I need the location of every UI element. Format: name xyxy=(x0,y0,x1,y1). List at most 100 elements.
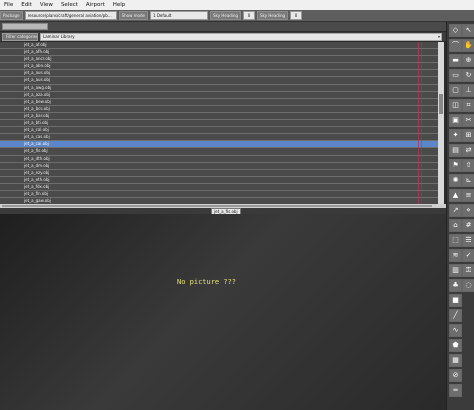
file-list[interactable]: jet_a_af.obj jet_a_afh.obj jet_a_ancr.obj j… xyxy=(0,42,438,204)
list-item[interactable]: jet_a_bcs.obj xyxy=(0,105,438,113)
vertical-scrollbar[interactable] xyxy=(438,42,444,204)
tower-icon: ▲ xyxy=(452,191,459,199)
merge-tool[interactable]: ⊞ xyxy=(462,129,474,142)
string-tool[interactable]: ∿ xyxy=(449,324,462,337)
list-item[interactable]: jet_a_cai.obj xyxy=(0,141,438,149)
split-tool[interactable]: ✂ xyxy=(462,114,474,127)
beacon-tool[interactable]: ✺ xyxy=(449,174,462,187)
list-item[interactable]: jet_a_aus.obj xyxy=(0,70,438,78)
runway-tool[interactable]: ▬ xyxy=(449,54,462,67)
list-item[interactable]: jet_a_afh.obj xyxy=(0,49,438,57)
reverse-tool[interactable]: ⇄ xyxy=(462,144,474,157)
sign-icon: ▣ xyxy=(452,116,459,124)
list-item[interactable]: jet_a_ezy.obj xyxy=(0,169,438,177)
list-item[interactable]: jet_a_abn.obj xyxy=(0,63,438,71)
boundary-tool[interactable]: ▢ xyxy=(449,84,462,97)
list-item[interactable]: jet_a_eth.obj xyxy=(0,176,438,184)
road-tool[interactable]: ═ xyxy=(449,384,462,397)
rotate-tool[interactable]: ↻ xyxy=(462,69,474,82)
forest-tool[interactable]: ♣ xyxy=(449,279,462,292)
exclusion-tool[interactable]: ⊘ xyxy=(449,369,462,382)
zoom-icon: ⊕ xyxy=(465,56,472,64)
select-tool[interactable]: ↖ xyxy=(462,24,474,37)
windsock-tool[interactable]: ⚑ xyxy=(449,159,462,172)
bezier-tool[interactable]: ⌒ xyxy=(449,39,462,52)
filter-row: Filter categories Laminar Library ▾ xyxy=(0,32,446,41)
route-tool[interactable]: ↗ xyxy=(449,204,462,217)
list-item[interactable]: jet_a_fis.obj xyxy=(0,148,438,156)
list-item[interactable]: jet_a_dth.obj xyxy=(0,155,438,163)
list-item[interactable]: jet_a_awg.obj xyxy=(0,84,438,92)
list-item[interactable]: jet_a_bew.obj xyxy=(0,98,438,106)
menu-file[interactable]: File xyxy=(0,0,17,10)
taxiway-icon: ▭ xyxy=(452,71,459,79)
show-mode-select[interactable]: 1 Default xyxy=(150,11,209,20)
list-item[interactable]: jet_a_dm.obj xyxy=(0,162,438,170)
layer-tool[interactable]: ☰ xyxy=(462,234,474,247)
filter-select[interactable]: Laminar Library ▾ xyxy=(40,32,442,41)
flow-tool[interactable]: ≋ xyxy=(449,249,462,262)
sign-tool[interactable]: ▣ xyxy=(449,114,462,127)
atc-tool[interactable]: ⌂ xyxy=(449,219,462,232)
vertex-tool[interactable]: ◇ xyxy=(449,24,462,37)
object-tool[interactable]: ■ xyxy=(449,294,462,307)
pan-icon: ✋ xyxy=(464,41,473,49)
snap-icon: ⋄ xyxy=(466,206,471,214)
facade-tool[interactable]: ▥ xyxy=(449,264,462,277)
measure-tool[interactable]: ⊥ xyxy=(462,84,474,97)
list-item[interactable]: jet_a_fdx.obj xyxy=(0,183,438,191)
pan-tool[interactable]: ✋ xyxy=(462,39,474,52)
marquee-tool[interactable]: ⬚ xyxy=(449,234,462,247)
list-item[interactable]: jet_a_aus.obj xyxy=(0,77,438,85)
light-tool[interactable]: ✦ xyxy=(449,129,462,142)
vertex-icon: ◇ xyxy=(452,26,459,34)
list-item[interactable]: jet_a_af.obj xyxy=(0,42,438,50)
grid-tool[interactable]: # xyxy=(462,219,474,232)
menu-edit[interactable]: Edit xyxy=(17,0,36,10)
extrude-tool[interactable]: ⇧ xyxy=(462,159,474,172)
library-button[interactable] xyxy=(2,23,48,30)
draped-tool[interactable]: ▦ xyxy=(449,354,462,367)
list-item[interactable]: jet_a_bar.obj xyxy=(0,112,438,121)
menu-help[interactable]: Help xyxy=(109,0,130,10)
menu-airport[interactable]: Airport xyxy=(82,0,109,10)
hold-tool[interactable]: ◫ xyxy=(449,99,462,112)
zoom-tool[interactable]: ⊕ xyxy=(462,54,474,67)
filter-select-value: Laminar Library xyxy=(43,33,75,39)
tower-tool[interactable]: ▲ xyxy=(449,189,462,202)
align-tool[interactable]: ≡ xyxy=(462,189,474,202)
scrollbar-thumb[interactable] xyxy=(439,94,443,114)
runway-icon: ▬ xyxy=(452,56,459,64)
line-tool[interactable]: ╱ xyxy=(449,309,462,322)
tool-column-left: ◇ ⌒ ▬ ▭ ▢ ◫ ▣ ✦ ▤ ⚑ ✺ ▲ ↗ ⌂ ⬚ ≋ ▥ ♣ ■ ╱ ∿ ⬟ ▦ ⊘ ═ xyxy=(449,24,462,399)
forest-icon: ♣ xyxy=(452,281,459,289)
menu-select[interactable]: Select xyxy=(57,0,82,10)
scrollbar-thumb-horizontal[interactable] xyxy=(2,205,432,207)
line-icon: ╱ xyxy=(453,311,458,319)
list-item[interactable]: jet_a_aza.obj xyxy=(0,91,438,99)
select-icon: ↖ xyxy=(465,26,472,34)
object-icon: ■ xyxy=(452,296,459,304)
list-item[interactable]: jet_a_fin.obj xyxy=(0,190,438,199)
measure-icon: ⊥ xyxy=(465,86,472,94)
sky-heading-field-2[interactable]: 0 xyxy=(290,11,303,20)
ramp-tool[interactable]: ▤ xyxy=(449,144,462,157)
lock-tool[interactable]: ⚿ xyxy=(462,264,474,277)
orthogonal-tool[interactable]: ⊾ xyxy=(462,174,474,187)
polygon-tool[interactable]: ⬟ xyxy=(449,339,462,352)
rotate-icon: ↻ xyxy=(465,71,472,79)
list-item[interactable]: jet_a_cal.obj xyxy=(0,127,438,135)
hide-tool[interactable]: ◌ xyxy=(462,279,474,292)
list-item[interactable]: jet_a_ancr.obj xyxy=(0,56,438,64)
taxiway-tool[interactable]: ▭ xyxy=(449,69,462,82)
sky-heading-field[interactable]: 0 xyxy=(243,11,256,20)
crop-tool[interactable]: ⌗ xyxy=(462,99,474,112)
list-item[interactable]: jet_a_bti.obj xyxy=(0,120,438,128)
package-path-field[interactable]: resource/plans/craft/general aviation/pb… xyxy=(24,11,117,20)
filter-label: Filter categories xyxy=(2,32,38,41)
validate-icon: ✓ xyxy=(465,251,472,259)
list-item[interactable]: jet_a_cas.obj xyxy=(0,134,438,142)
validate-tool[interactable]: ✓ xyxy=(462,249,474,262)
menu-view[interactable]: View xyxy=(36,0,57,10)
snap-tool[interactable]: ⋄ xyxy=(462,204,474,217)
